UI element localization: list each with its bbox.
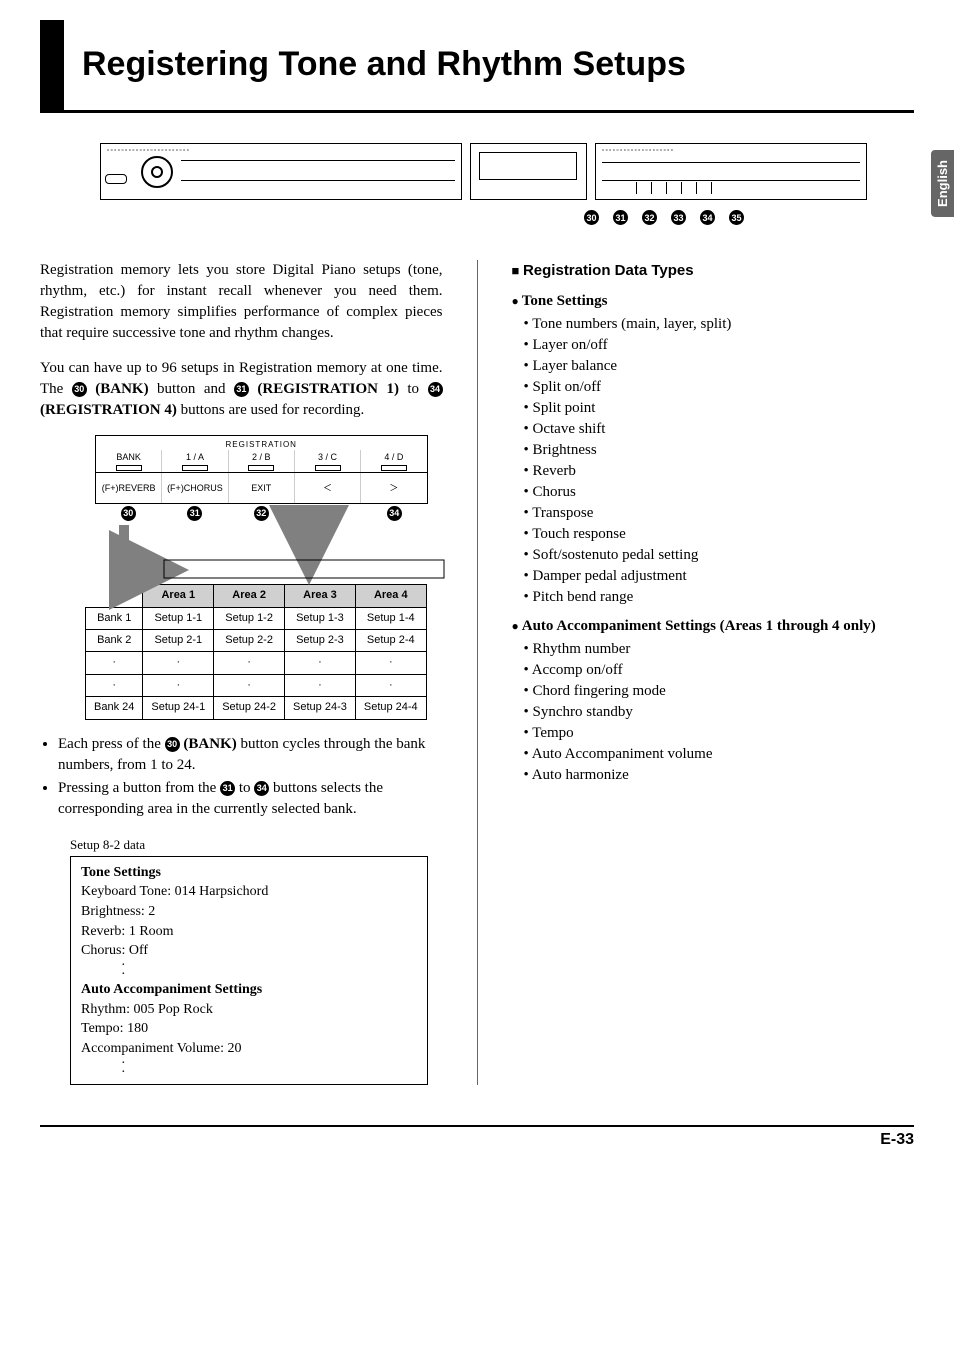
list-item: Transpose [524,503,915,524]
table-row: ····· [86,674,427,696]
callout-num: 33 [671,210,686,225]
list-item: Accomp on/off [524,660,915,681]
list-item: Layer on/off [524,335,915,356]
sub-heading-accomp: Auto Accompaniment Settings (Areas 1 thr… [512,616,915,637]
list-item: Tempo [524,723,915,744]
panel-callouts: 30 31 32 33 34 35 [584,210,914,225]
list-item: Split point [524,398,915,419]
example-box: Tone Settings Keyboard Tone: 014 Harpsic… [70,856,428,1086]
sub-heading-tone: Tone Settings [512,291,915,312]
registration-panel-refs: 30 31 32 33 34 [95,506,428,521]
list-item: Brightness [524,440,915,461]
list-item: Synchro standby [524,702,915,723]
example-accomp-head: Auto Accompaniment Settings [81,980,417,1000]
example-label: Setup 8-2 data [70,836,443,854]
grid-header: Area 4 [355,585,426,607]
button-ref-30: 30 [72,382,87,397]
setup-grid-table: Area 1 Area 2 Area 3 Area 4 Bank 1Setup … [85,584,427,719]
registration-panel-title: REGISTRATION [96,436,427,450]
list-item: Rhythm number [524,639,915,660]
tone-settings-list: Tone numbers (main, layer, split) Layer … [512,314,915,608]
callout-num: 34 [700,210,715,225]
list-item: Auto harmonize [524,765,915,786]
example-line: Reverb: 1 Room [81,922,417,942]
list-item: Chorus [524,482,915,503]
button-ref-31: 31 [234,382,249,397]
example-line: Tempo: 180 [81,1019,417,1039]
intro-paragraph-2: You can have up to 96 setups in Registra… [40,358,443,421]
list-item: Each press of the 30 (BANK) button cycle… [58,734,443,776]
list-item: Split on/off [524,377,915,398]
example-line: Chorus: Off [81,941,417,961]
table-row: Bank 24Setup 24-1Setup 24-2Setup 24-3Set… [86,697,427,719]
list-item: Damper pedal adjustment [524,566,915,587]
example-line: Brightness: 2 [81,902,417,922]
table-row: Bank 1Setup 1-1Setup 1-2Setup 1-3Setup 1… [86,607,427,629]
callout-num: 30 [584,210,599,225]
panel-left: ▫ ▫ ▫ ▫ ▫ ▫ ▫ ▫ ▫ ▫ ▫ ▫ ▫ ▫ ▫ ▫ ▫ ▫ ▫ ▫ … [100,143,462,200]
registration-panel-diagram: REGISTRATION BANK 1 / A 2 / B 3 / C 4 / … [95,435,428,504]
table-row: Bank 2Setup 2-1Setup 2-2Setup 2-3Setup 2… [86,629,427,651]
right-column: Registration Data Types Tone Settings To… [512,260,915,1085]
intro-paragraph-1: Registration memory lets you store Digit… [40,260,443,344]
list-item: Tone numbers (main, layer, split) [524,314,915,335]
example-line: Accompaniment Volume: 20 [81,1039,417,1059]
instrument-panel-diagram: ▫ ▫ ▫ ▫ ▫ ▫ ▫ ▫ ▫ ▫ ▫ ▫ ▫ ▫ ▫ ▫ ▫ ▫ ▫ ▫ … [100,143,914,200]
column-divider [477,260,478,1085]
list-item: Pressing a button from the 31 to 34 butt… [58,778,443,820]
usage-bullets: Each press of the 30 (BANK) button cycle… [40,734,443,820]
table-row: ····· [86,652,427,674]
section-heading: Registration Data Types [512,260,915,281]
language-tab: English [931,150,954,217]
example-tone-head: Tone Settings [81,863,417,883]
button-ref-34: 34 [428,382,443,397]
grid-header: Area 2 [214,585,285,607]
callout-num: 32 [642,210,657,225]
list-item: Layer balance [524,356,915,377]
left-column: Registration memory lets you store Digit… [40,260,443,1085]
list-item: Touch response [524,524,915,545]
callout-num: 31 [613,210,628,225]
list-item: Chord fingering mode [524,681,915,702]
list-item: Octave shift [524,419,915,440]
list-item: Pitch bend range [524,587,915,608]
example-line: Keyboard Tone: 014 Harpsichord [81,882,417,902]
page-title: Registering Tone and Rhythm Setups [82,20,914,110]
grid-header: Area 1 [143,585,214,607]
accomp-settings-list: Rhythm number Accomp on/off Chord finger… [512,639,915,786]
page-number: E-33 [880,1131,914,1148]
callout-num: 35 [729,210,744,225]
page-footer: E-33 [40,1125,914,1149]
title-accent-bar [40,20,64,110]
list-item: Reverb [524,461,915,482]
grid-header: Area 3 [285,585,356,607]
panel-right: ▫ ▫ ▫ ▫ ▫ ▫ ▫ ▫ ▫ ▫ ▫ ▫ ▫ ▫ ▫ ▫ ▫ ▫ ▫ ▫ [595,143,867,200]
list-item: Auto Accompaniment volume [524,744,915,765]
list-item: Soft/sostenuto pedal setting [524,545,915,566]
title-block: Registering Tone and Rhythm Setups [40,20,914,113]
panel-mid [470,143,587,200]
example-line: Rhythm: 005 Pop Rock [81,1000,417,1020]
flow-arrows [95,525,443,580]
